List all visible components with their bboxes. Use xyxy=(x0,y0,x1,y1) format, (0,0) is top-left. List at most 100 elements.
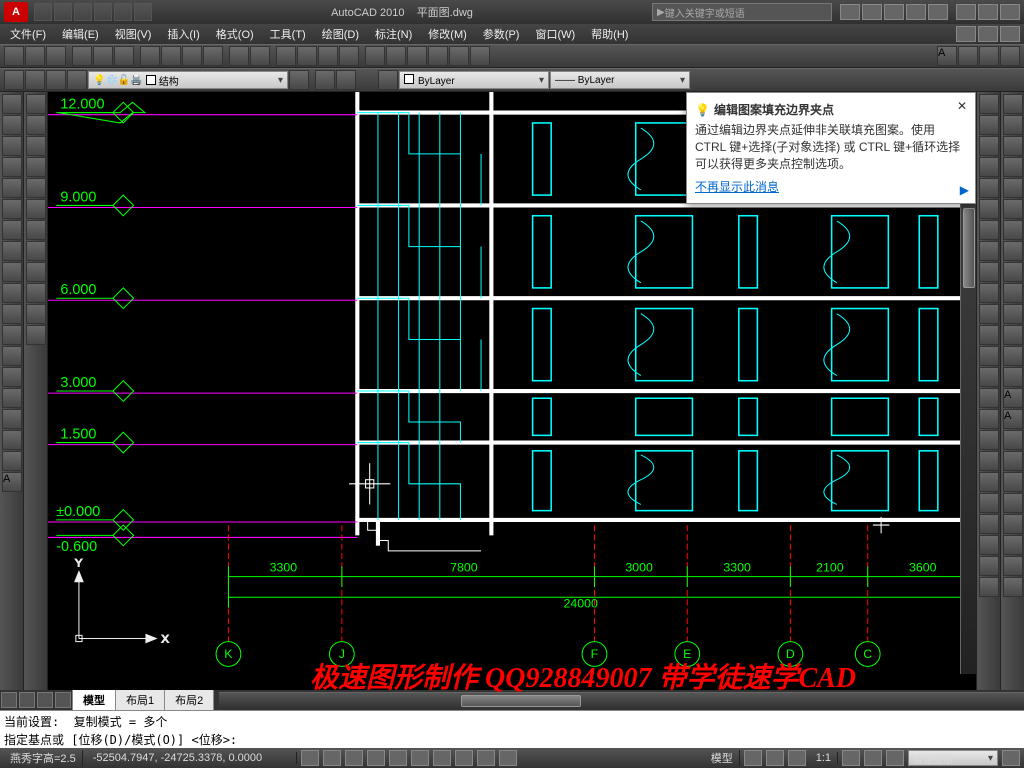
drawing-area[interactable]: 12.000 9.000 6.000 3.000 1.500 ±0.000 -0… xyxy=(48,92,976,690)
dim-cont-icon[interactable] xyxy=(979,577,999,597)
make-current-icon[interactable] xyxy=(315,70,335,90)
tab-prev-icon[interactable] xyxy=(19,692,35,708)
ellipse-arc-icon[interactable] xyxy=(2,304,22,324)
menu-modify[interactable]: 修改(M) xyxy=(422,24,473,44)
zoom-prev-icon[interactable] xyxy=(339,46,359,66)
stretch-icon[interactable] xyxy=(979,262,999,282)
dim-aligned-icon[interactable] xyxy=(979,451,999,471)
cut-icon[interactable] xyxy=(140,46,160,66)
zoom-icon[interactable] xyxy=(297,46,317,66)
sheet-icon[interactable] xyxy=(428,46,448,66)
qat-redo-icon[interactable] xyxy=(114,3,132,21)
spline-icon[interactable] xyxy=(2,262,22,282)
rectangle-icon[interactable] xyxy=(2,178,22,198)
hscroll-thumb[interactable] xyxy=(461,695,581,707)
qat-save-icon[interactable] xyxy=(74,3,92,21)
dyn-toggle[interactable] xyxy=(455,750,473,766)
array-icon[interactable] xyxy=(979,178,999,198)
r2a-icon[interactable] xyxy=(1003,94,1023,114)
xline-icon[interactable] xyxy=(2,115,22,135)
text-d-icon[interactable] xyxy=(1003,451,1023,471)
save-icon[interactable] xyxy=(46,46,66,66)
layer-freeze-icon[interactable] xyxy=(67,70,87,90)
copy2-icon[interactable] xyxy=(979,115,999,135)
tool-g-icon[interactable] xyxy=(26,220,46,240)
close-button[interactable] xyxy=(1000,4,1020,20)
workspace-combo[interactable]: 极速图形 xyxy=(908,750,998,766)
r2n-icon[interactable] xyxy=(1003,367,1023,387)
r2e-icon[interactable] xyxy=(1003,178,1023,198)
help-search-input[interactable]: ▶ 键入关键字或短语 xyxy=(652,3,832,21)
find-icon[interactable] xyxy=(1003,514,1023,534)
app-menu-button[interactable]: A xyxy=(4,2,28,22)
publish-icon[interactable] xyxy=(114,46,134,66)
dim-arc-icon[interactable] xyxy=(979,472,999,492)
layer-prev-icon[interactable] xyxy=(289,70,309,90)
r2k-icon[interactable] xyxy=(1003,304,1023,324)
gradient-icon[interactable] xyxy=(2,409,22,429)
tool-e-icon[interactable] xyxy=(26,178,46,198)
text-a-icon[interactable]: A xyxy=(1003,388,1023,408)
pan-icon[interactable] xyxy=(276,46,296,66)
menu-format[interactable]: 格式(O) xyxy=(210,24,260,44)
tab-layout1[interactable]: 布局1 xyxy=(115,689,165,711)
join-icon[interactable] xyxy=(979,346,999,366)
hatch-icon[interactable] xyxy=(2,388,22,408)
scale-text-icon[interactable] xyxy=(1003,556,1023,576)
ws-switch-icon[interactable] xyxy=(864,750,882,766)
osnap-toggle[interactable] xyxy=(389,750,407,766)
menu-view[interactable]: 视图(V) xyxy=(109,24,158,44)
mirror-icon[interactable] xyxy=(979,136,999,156)
doc-close-button[interactable] xyxy=(1000,26,1020,42)
r2l-icon[interactable] xyxy=(1003,325,1023,345)
anno-vis-icon[interactable] xyxy=(842,750,860,766)
popup-play-icon[interactable]: ▶ xyxy=(960,183,969,197)
minimize-button[interactable] xyxy=(956,4,976,20)
doc-restore-button[interactable] xyxy=(978,26,998,42)
menu-draw[interactable]: 绘图(D) xyxy=(316,24,365,44)
tool-h-icon[interactable] xyxy=(26,241,46,261)
r2j-icon[interactable] xyxy=(1003,283,1023,303)
break-icon[interactable] xyxy=(979,325,999,345)
tool-l-icon[interactable] xyxy=(26,325,46,345)
rotate-icon[interactable] xyxy=(979,220,999,240)
block-icon[interactable] xyxy=(2,346,22,366)
menu-edit[interactable]: 编辑(E) xyxy=(56,24,105,44)
revcloud-icon[interactable] xyxy=(2,241,22,261)
dim-ang-icon[interactable] xyxy=(979,556,999,576)
lwt-toggle[interactable] xyxy=(477,750,495,766)
properties-icon[interactable] xyxy=(365,46,385,66)
ortho-toggle[interactable] xyxy=(345,750,363,766)
circle-icon[interactable] xyxy=(2,220,22,240)
erase-icon[interactable] xyxy=(979,94,999,114)
calc-icon[interactable] xyxy=(470,46,490,66)
star-icon[interactable] xyxy=(906,4,926,20)
tool-i-icon[interactable] xyxy=(26,262,46,282)
text-e-icon[interactable] xyxy=(1003,472,1023,492)
insert-icon[interactable] xyxy=(2,325,22,345)
tool-a-icon[interactable] xyxy=(26,94,46,114)
layer-combo[interactable]: 💡❄️🔓🖨️结构 xyxy=(88,71,288,89)
tool-palette-icon[interactable] xyxy=(407,46,427,66)
extend-icon[interactable] xyxy=(979,304,999,324)
text-c-icon[interactable] xyxy=(1003,430,1023,450)
color-combo[interactable]: ByLayer xyxy=(399,71,549,89)
r2c-icon[interactable] xyxy=(1003,136,1023,156)
layer-props-icon[interactable] xyxy=(4,70,24,90)
menu-tools[interactable]: 工具(T) xyxy=(264,24,312,44)
tool-b-icon[interactable] xyxy=(26,115,46,135)
r2b-icon[interactable] xyxy=(1003,115,1023,135)
tab-first-icon[interactable] xyxy=(1,692,17,708)
qat-undo-icon[interactable] xyxy=(94,3,112,21)
scale-icon[interactable] xyxy=(979,241,999,261)
r2f-icon[interactable] xyxy=(1003,199,1023,219)
grid-toggle[interactable] xyxy=(323,750,341,766)
copy-icon[interactable] xyxy=(161,46,181,66)
snap-toggle[interactable] xyxy=(301,750,319,766)
region-icon[interactable] xyxy=(2,430,22,450)
polar-toggle[interactable] xyxy=(367,750,385,766)
linetype-combo[interactable]: —— ByLayer xyxy=(550,71,690,89)
tab-next-icon[interactable] xyxy=(37,692,53,708)
horizontal-scrollbar[interactable] xyxy=(219,692,1024,708)
key-icon[interactable] xyxy=(862,4,882,20)
